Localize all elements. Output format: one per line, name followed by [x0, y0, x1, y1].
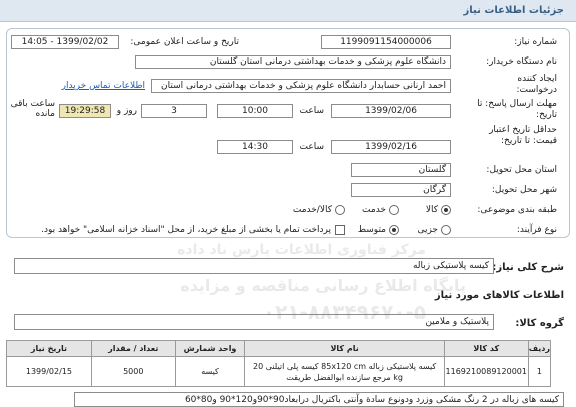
table-row[interactable]: 1 1169210089120001 کیسه پلاستیکی زباله 8…: [6, 356, 552, 387]
supplier-note: کیسه های زباله در 2 رنگ مشکی وزرد ودونوع…: [74, 392, 564, 407]
buyer-field: دانشگاه علوم پزشکی و خدمات بهداشتی درمان…: [135, 55, 451, 69]
need-number-field: 1199091154000006: [321, 35, 451, 49]
days-label: روز و: [116, 106, 137, 116]
goods-group-label: گروه کالا:: [515, 318, 564, 329]
watermark-line-1: مرکز فناوری اطلاعات پارس ناد داده: [177, 242, 426, 258]
buyer-label: نام دستگاه خریدار:: [486, 57, 557, 67]
col-code-header: کد کالا: [443, 340, 529, 357]
page-header: جزئیات اطلاعات نیاز: [0, 0, 576, 22]
reply-deadline-label: مهلت ارسال پاسخ: تا تاریخ:: [477, 99, 557, 120]
treasury-payment-checkbox[interactable]: [335, 225, 345, 235]
process-medium-label: متوسط: [357, 225, 386, 235]
validity-date-field: 1399/02/16: [331, 140, 451, 154]
province-field: گلستان: [351, 163, 451, 177]
cell-unit: کیسه: [174, 356, 246, 387]
cell-date: 1399/02/15: [6, 356, 92, 387]
page-title: جزئیات اطلاعات نیاز: [463, 5, 564, 16]
cell-qty: 5000: [90, 356, 176, 387]
treasury-payment-text: پرداخت تمام یا بخشی از مبلغ خرید، از محل…: [41, 225, 331, 235]
process-medium-radio[interactable]: [389, 225, 399, 235]
description-label: شرح کلی نیاز:: [492, 262, 564, 273]
col-name-header: نام کالا: [244, 340, 445, 357]
reply-time-label: ساعت: [299, 106, 325, 116]
category-service-label: خدمت: [362, 205, 386, 215]
category-label: طبقه بندی موضوعی:: [477, 205, 557, 215]
announce-field: 1399/02/02 - 14:05: [11, 35, 119, 49]
cell-row: 1: [527, 356, 552, 387]
category-both-radio[interactable]: [335, 205, 345, 215]
announce-label: تاریخ و ساعت اعلان عمومی:: [130, 37, 239, 47]
category-both-label: کالا/خدمت: [292, 205, 332, 215]
col-unit-header: واحد شمارش: [174, 340, 246, 357]
buyer-contact-link[interactable]: اطلاعات تماس خریدار: [62, 81, 145, 91]
province-label: استان محل تحویل:: [486, 165, 557, 175]
watermark-line-2: پایگاه اطلاع رسانی مناقصه و مزایده: [180, 276, 466, 295]
cell-code: 1169210089120001: [443, 356, 529, 387]
col-row-header: ردیف: [527, 340, 552, 357]
process-minor-radio[interactable]: [441, 225, 451, 235]
need-number-label: شماره نیاز:: [514, 37, 557, 47]
days-field: 3: [141, 104, 207, 118]
remaining-label: ساعت باقی مانده: [10, 99, 55, 119]
creator-field: احمد ارنانی حسابدار دانشگاه علوم پزشکی و…: [151, 79, 451, 93]
process-label: نوع فرآیند:: [516, 225, 557, 235]
need-details-panel: شماره نیاز: 1199091154000006 تاریخ و ساع…: [6, 28, 570, 238]
table-header-row: ردیف کد کالا نام کالا واحد شمارش تعداد /…: [6, 340, 552, 357]
goods-group-field: پلاستیک و ملامین: [14, 314, 494, 330]
validity-label: حداقل تاریخ اعتبار قیمت: تا تاریخ:: [489, 125, 557, 146]
goods-section-title: اطلاعات کالاهای مورد نیاز: [434, 290, 564, 301]
category-goods-radio[interactable]: [441, 205, 451, 215]
process-minor-label: جزیی: [417, 225, 438, 235]
validity-time-field: 14:30: [217, 140, 293, 154]
goods-table: ردیف کد کالا نام کالا واحد شمارش تعداد /…: [6, 340, 552, 387]
reply-time-field: 10:00: [217, 104, 293, 118]
cell-name: کیسه پلاستیکی زباله 85x120 cm کیسه پلی ا…: [244, 356, 445, 387]
category-service-radio[interactable]: [389, 205, 399, 215]
validity-time-label: ساعت: [299, 142, 325, 152]
col-date-header: تاریخ نیاز: [6, 340, 92, 357]
remaining-time-field: 19:29:58: [59, 104, 111, 118]
city-field: گرگان: [351, 183, 451, 197]
creator-label: ایجاد کننده درخواست:: [516, 74, 557, 95]
col-qty-header: تعداد / مقدار: [90, 340, 176, 357]
city-label: شهر محل تحویل:: [491, 185, 557, 195]
category-goods-label: کالا: [425, 205, 438, 215]
reply-date-field: 1399/02/06: [331, 104, 451, 118]
description-field: کیسه پلاستیکی زباله: [14, 258, 494, 274]
